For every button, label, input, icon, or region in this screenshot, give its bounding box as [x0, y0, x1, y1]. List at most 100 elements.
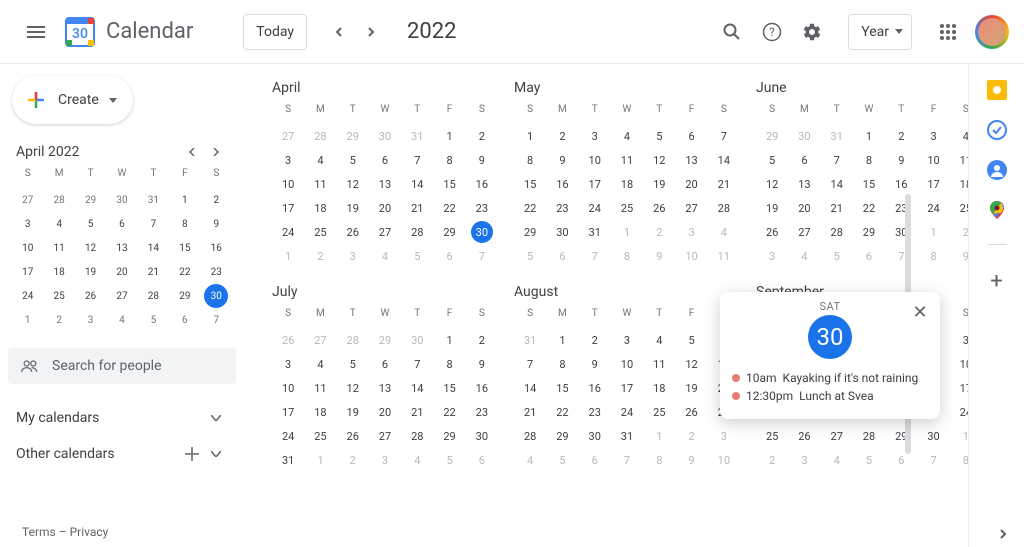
month-day[interactable]: 6 — [433, 244, 465, 268]
month-day[interactable]: 24 — [611, 400, 643, 424]
month-day[interactable]: 4 — [369, 244, 401, 268]
month-day[interactable]: 27 — [369, 220, 401, 244]
event-item[interactable]: 10amKayaking if it's not raining — [732, 369, 928, 387]
month-day[interactable]: 29 — [514, 220, 546, 244]
month-day[interactable]: 7 — [514, 352, 546, 376]
mini-day[interactable]: 8 — [169, 212, 200, 236]
month-day[interactable]: 31 — [272, 448, 304, 472]
month-day[interactable]: 26 — [272, 328, 304, 352]
mini-day[interactable]: 3 — [75, 308, 106, 332]
month-day[interactable]: 21 — [514, 400, 546, 424]
month-day[interactable]: 21 — [821, 196, 853, 220]
month-day[interactable]: 28 — [853, 424, 885, 448]
month-day[interactable]: 2 — [579, 328, 611, 352]
month-day[interactable]: 15 — [433, 172, 465, 196]
month-day[interactable]: 14 — [821, 172, 853, 196]
month-day[interactable]: 4 — [950, 124, 968, 148]
mini-day[interactable]: 14 — [138, 236, 169, 260]
month-day[interactable]: 6 — [579, 448, 611, 472]
month-day[interactable]: 18 — [304, 196, 336, 220]
month-day[interactable]: 19 — [756, 196, 788, 220]
keep-app-icon[interactable] — [987, 80, 1007, 100]
mini-day[interactable]: 4 — [43, 212, 74, 236]
month-day[interactable]: 22 — [433, 196, 465, 220]
month-day[interactable]: 28 — [401, 220, 433, 244]
month-day[interactable]: 2 — [546, 124, 578, 148]
month-day[interactable]: 23 — [885, 196, 917, 220]
mini-day[interactable]: 28 — [43, 188, 74, 212]
month-day[interactable]: 1 — [272, 244, 304, 268]
month-day[interactable]: 29 — [756, 124, 788, 148]
month-day[interactable]: 10 — [272, 172, 304, 196]
month-day[interactable]: 1 — [433, 328, 465, 352]
month-day[interactable]: 3 — [579, 124, 611, 148]
mini-day[interactable]: 23 — [201, 260, 232, 284]
month-day[interactable]: 14 — [401, 376, 433, 400]
month-day[interactable]: 5 — [821, 244, 853, 268]
month-day[interactable]: 28 — [821, 220, 853, 244]
month-day[interactable]: 31 — [611, 424, 643, 448]
month-day[interactable]: 19 — [337, 196, 369, 220]
month-day[interactable]: 14 — [514, 376, 546, 400]
month-day[interactable]: 5 — [514, 244, 546, 268]
month-day[interactable]: 1 — [546, 328, 578, 352]
month-day[interactable]: 27 — [675, 196, 707, 220]
month-day[interactable]: 7 — [466, 244, 498, 268]
month-day[interactable]: 26 — [643, 196, 675, 220]
month-day[interactable]: 8 — [611, 244, 643, 268]
month-day[interactable]: 29 — [433, 220, 465, 244]
month-day[interactable]: 2 — [304, 244, 336, 268]
month-day[interactable]: 28 — [337, 328, 369, 352]
month-day[interactable]: 27 — [304, 328, 336, 352]
month-day[interactable]: 18 — [304, 400, 336, 424]
month-day[interactable]: 7 — [885, 244, 917, 268]
month-day[interactable]: 30 — [466, 220, 498, 244]
mini-day[interactable]: 10 — [12, 236, 43, 260]
month-day[interactable]: 4 — [708, 220, 740, 244]
mini-day[interactable]: 31 — [138, 188, 169, 212]
month-day[interactable]: 8 — [643, 448, 675, 472]
mini-day[interactable]: 20 — [106, 260, 137, 284]
mini-day[interactable]: 12 — [75, 236, 106, 260]
month-day[interactable]: 21 — [401, 400, 433, 424]
month-day[interactable]: 27 — [788, 220, 820, 244]
month-day[interactable]: 31 — [514, 328, 546, 352]
month-day[interactable]: 5 — [433, 448, 465, 472]
month-day[interactable]: 6 — [546, 244, 578, 268]
month-day[interactable]: 17 — [611, 376, 643, 400]
month-day[interactable]: 30 — [401, 328, 433, 352]
month-day[interactable]: 18 — [643, 376, 675, 400]
month-day[interactable]: 13 — [675, 148, 707, 172]
mini-day[interactable]: 1 — [12, 308, 43, 332]
month-day[interactable]: 6 — [369, 352, 401, 376]
month-day[interactable]: 12 — [675, 352, 707, 376]
mini-day[interactable]: 24 — [12, 284, 43, 308]
event-item[interactable]: 12:30pmLunch at Svea — [732, 387, 928, 405]
month-day[interactable]: 28 — [304, 124, 336, 148]
month-day[interactable]: 6 — [369, 148, 401, 172]
month-day[interactable]: 18 — [611, 172, 643, 196]
google-apps-button[interactable] — [928, 12, 968, 52]
month-day[interactable]: 7 — [917, 448, 949, 472]
mini-day[interactable]: 13 — [106, 236, 137, 260]
month-day[interactable]: 5 — [337, 352, 369, 376]
month-day[interactable]: 3 — [950, 328, 968, 352]
mini-day[interactable]: 27 — [106, 284, 137, 308]
month-day[interactable]: 16 — [579, 376, 611, 400]
month-day[interactable]: 13 — [788, 172, 820, 196]
month-day[interactable]: 9 — [643, 244, 675, 268]
month-day[interactable]: 26 — [788, 424, 820, 448]
month-day[interactable]: 5 — [853, 448, 885, 472]
mini-prev-month[interactable] — [180, 140, 204, 164]
month-day[interactable]: 24 — [950, 400, 968, 424]
prev-period-button[interactable] — [323, 16, 355, 48]
month-day[interactable]: 3 — [337, 244, 369, 268]
month-day[interactable]: 29 — [433, 424, 465, 448]
month-day[interactable]: 28 — [401, 424, 433, 448]
month-day[interactable]: 30 — [466, 424, 498, 448]
month-day[interactable]: 9 — [950, 244, 968, 268]
month-day[interactable]: 6 — [466, 448, 498, 472]
month-day[interactable]: 22 — [433, 400, 465, 424]
month-day[interactable]: 23 — [466, 400, 498, 424]
mini-day[interactable]: 6 — [106, 212, 137, 236]
